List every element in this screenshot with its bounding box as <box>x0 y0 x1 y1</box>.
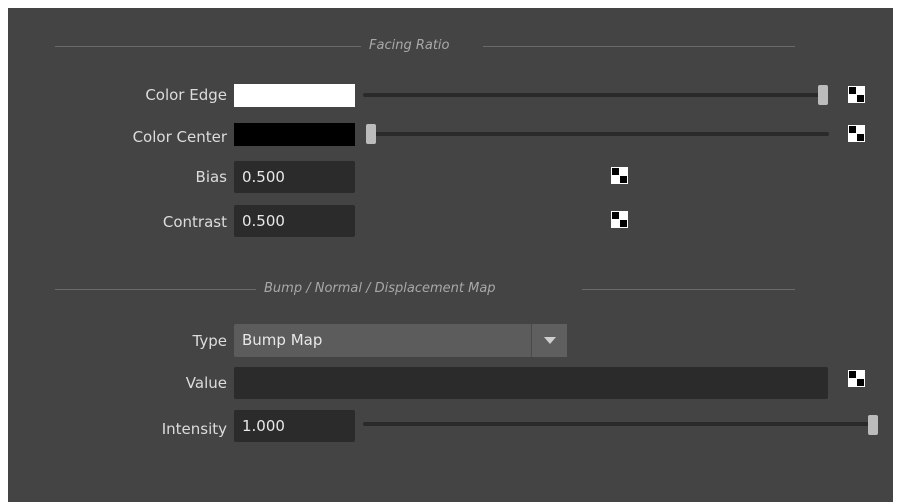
color-edge-label: Color Edge <box>145 86 227 104</box>
color-center-slider-track[interactable] <box>368 132 829 136</box>
bias-field[interactable]: 0.500 <box>234 161 355 193</box>
color-edge-slider-track[interactable] <box>363 93 823 97</box>
intensity-slider-track[interactable] <box>363 422 873 426</box>
type-dropdown[interactable]: Bump Map <box>234 324 567 357</box>
bias-label: Bias <box>195 168 227 186</box>
checker-map-icon[interactable] <box>848 125 865 142</box>
attribute-panel: Facing Ratio Color Edge Color Center Bia… <box>8 8 893 502</box>
color-edge-swatch[interactable] <box>234 84 355 107</box>
section-header-facing-ratio: Facing Ratio <box>8 38 893 54</box>
divider-right <box>483 46 795 47</box>
type-label: Type <box>192 332 227 350</box>
checker-map-icon[interactable] <box>848 370 865 387</box>
type-selected-value: Bump Map <box>242 331 323 349</box>
contrast-label: Contrast <box>162 213 227 231</box>
value-label: Value <box>185 374 227 392</box>
value-field[interactable] <box>234 367 828 399</box>
intensity-field[interactable]: 1.000 <box>234 410 355 442</box>
chevron-down-icon[interactable] <box>531 324 567 357</box>
checker-map-icon[interactable] <box>611 211 628 228</box>
divider-left <box>55 46 361 47</box>
color-center-swatch[interactable] <box>234 123 355 146</box>
color-edge-slider-handle[interactable] <box>818 85 828 105</box>
checker-map-icon[interactable] <box>848 86 865 103</box>
section-header-bump: Bump / Normal / Displacement Map <box>8 281 893 297</box>
section-title: Facing Ratio <box>369 38 450 53</box>
intensity-label: Intensity <box>161 420 227 438</box>
divider-left <box>55 289 256 290</box>
section-title: Bump / Normal / Displacement Map <box>264 281 496 296</box>
checker-map-icon[interactable] <box>611 167 628 184</box>
intensity-slider-handle[interactable] <box>868 415 878 435</box>
color-center-label: Color Center <box>132 128 227 146</box>
divider-right <box>582 289 795 290</box>
contrast-field[interactable]: 0.500 <box>234 205 355 237</box>
color-center-slider-handle[interactable] <box>366 124 376 144</box>
